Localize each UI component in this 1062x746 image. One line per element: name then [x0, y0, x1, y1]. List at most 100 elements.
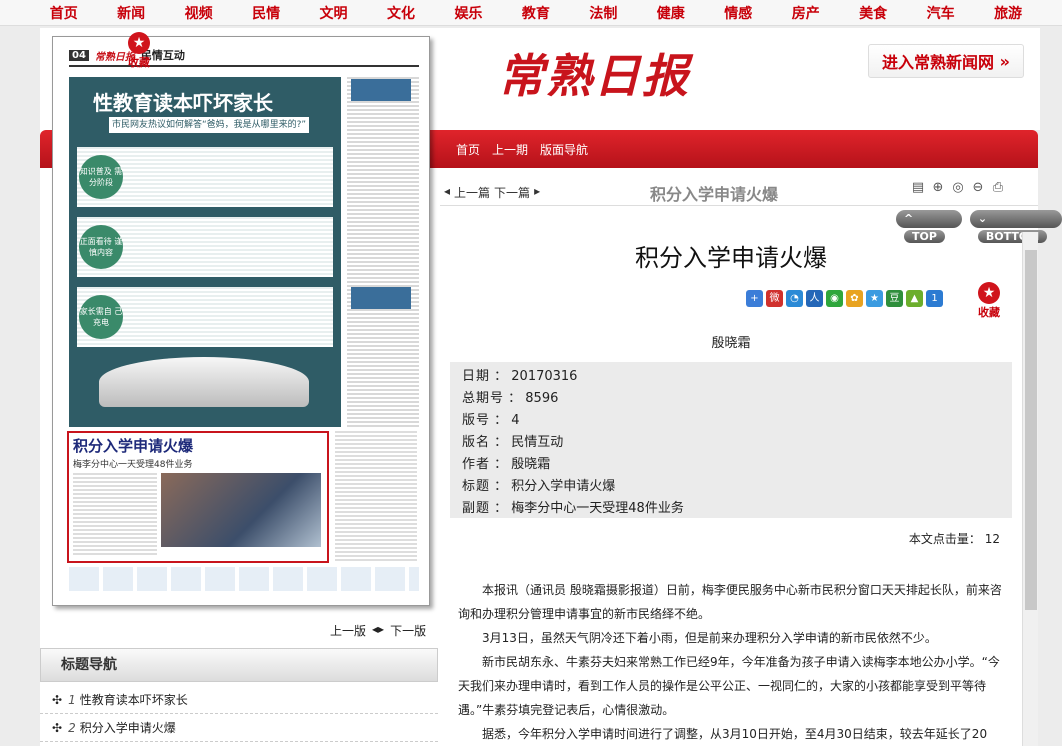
nav-link[interactable]: 房产	[792, 3, 820, 23]
article-scrollbar[interactable]	[1022, 232, 1038, 746]
next-page-link[interactable]: 下一版	[390, 622, 426, 639]
article-paragraph: 据悉，今年积分入学申请时间进行了调整，从3月10日开始，至4月30日结束，较去年…	[482, 727, 988, 741]
zoom-in-icon[interactable]: ⊕	[930, 180, 946, 196]
metadata-value: 20170316	[511, 369, 578, 384]
article-paragraph: 本报讯（通讯员 殷晓霜摄影报道）日前，梅李便民服务中心新市民积分窗口天天排起长队…	[458, 583, 1002, 621]
metadata-key: 总期号	[462, 391, 505, 406]
article-body: 本报讯（通讯员 殷晓霜摄影报道）日前，梅李便民服务中心新市民积分窗口天天排起长队…	[458, 578, 1004, 746]
page-navigation: 上一版 ◂▸ 下一版	[330, 622, 426, 639]
issue-link[interactable]: 首页	[456, 141, 480, 158]
kaixin-icon[interactable]: ✿	[846, 290, 863, 307]
favorite-label: 收藏	[128, 56, 150, 69]
feature-subtitle: 市民网友热议如何解答“爸妈，我是从哪里来的?”	[109, 117, 309, 133]
feature-article-area[interactable]: 性教育读本吓坏家长 市民网友热议如何解答“爸妈，我是从哪里来的?” 知识普及 需…	[69, 77, 341, 427]
feature-tag: 知识普及 需分阶段	[79, 155, 123, 199]
item-number: 1	[68, 693, 76, 707]
nav-link[interactable]: 教育	[522, 3, 550, 23]
nav-link[interactable]: 旅游	[994, 3, 1022, 23]
reading-tools: ▤ ⊕ ◎ ⊖ ⎙	[910, 180, 1006, 196]
nav-link[interactable]: 视频	[185, 3, 213, 23]
newspaper-logo[interactable]: 常熟日报	[498, 40, 690, 106]
metadata-key: 副题	[462, 501, 491, 516]
metadata-key: 版名	[462, 435, 491, 450]
scroll-bottom-button[interactable]: ⌄ BOTTOM	[969, 210, 1062, 243]
title-nav-header: 标题导航	[40, 648, 438, 682]
article-author: 殷晓霜	[711, 336, 751, 351]
metadata-value: 梅李分中心一天受理48件业务	[511, 501, 684, 516]
metadata-row: 作者 ： 殷晓霜	[462, 457, 551, 472]
prev-page-link[interactable]: 上一版	[330, 622, 366, 639]
nav-link[interactable]: 文明	[320, 3, 348, 23]
zoom-reset-icon[interactable]: ◎	[950, 180, 966, 196]
diamond-icon: ✣	[52, 721, 63, 735]
article-paragraph: 3月13日，虽然天气阴冷还下着小雨，但是前来办理积分入学申请的新市民依然不少。	[482, 631, 937, 645]
nav-link[interactable]: 法制	[589, 3, 617, 23]
tencent-weibo-icon[interactable]: ★	[866, 290, 883, 307]
metadata-value: 民情互动	[511, 435, 564, 450]
article-photo	[161, 473, 321, 547]
print-icon[interactable]: ⎙	[990, 180, 1006, 196]
favorite-button[interactable]: ★ 收藏	[124, 32, 154, 70]
nav-link[interactable]: 健康	[657, 3, 685, 23]
favorite-button-article[interactable]: ★ 收藏	[978, 282, 1000, 320]
highlighted-article-title: 积分入学申请火爆	[73, 437, 194, 455]
highlighted-article-text	[73, 473, 157, 557]
weibo-icon[interactable]: 微	[766, 290, 783, 307]
qzone-icon[interactable]: ◔	[786, 290, 803, 307]
metadata-row: 版号 ： 4	[462, 413, 520, 428]
side-column-text	[347, 77, 419, 427]
scrollbar-thumb[interactable]	[1025, 250, 1037, 610]
enter-news-site-button[interactable]: 进入常熟新闻网 »	[868, 44, 1024, 78]
item-number: 2	[68, 721, 76, 735]
wechat-icon[interactable]: ◉	[826, 290, 843, 307]
issue-link[interactable]: 版面导航	[540, 141, 588, 158]
zoom-out-icon[interactable]: ⊖	[970, 180, 986, 196]
book-illustration	[99, 357, 309, 407]
page-number: 04	[69, 49, 89, 61]
item-label: 积分入学申请火爆	[79, 721, 176, 735]
feature-tag: 正面看待 谨慎内容	[79, 225, 123, 269]
issue-link[interactable]: 上一期	[492, 141, 528, 158]
nav-link[interactable]: 美食	[859, 3, 887, 23]
hits-label: 本文点击量：	[908, 532, 981, 546]
metadata-value: 殷晓霜	[511, 457, 551, 472]
share-icons: + 微 ◔ 人 ◉ ✿ ★ 豆 ▲ 1	[746, 290, 943, 307]
hits-value: 12	[984, 532, 1000, 546]
metadata-key: 版号	[462, 413, 491, 428]
nav-link[interactable]: 文化	[387, 3, 415, 23]
count-icon[interactable]: 1	[926, 290, 943, 307]
arrows-icon: ◂▸	[372, 622, 385, 636]
nav-link[interactable]: 情感	[724, 3, 752, 23]
metadata-key: 日期	[462, 369, 491, 384]
next-article-link[interactable]: 下一篇	[494, 184, 530, 201]
share-more-icon[interactable]: +	[746, 290, 763, 307]
star-icon: ★	[978, 282, 1000, 304]
title-nav-item[interactable]: ✣ 1 性教育读本吓坏家长	[40, 686, 438, 714]
prev-article-link[interactable]: 上一篇	[454, 184, 490, 201]
scroll-buttons: ^ TOP ⌄ BOTTOM	[896, 210, 1062, 243]
highlighted-article[interactable]: 积分入学申请火爆 梅李分中心一天受理48件业务	[67, 431, 329, 563]
nav-link[interactable]: 娱乐	[454, 3, 482, 23]
nav-link[interactable]: 民情	[252, 3, 280, 23]
douban-icon[interactable]: 豆	[886, 290, 903, 307]
article-prev-next: ◂ 上一篇 下一篇 ▸	[444, 184, 540, 201]
article-toolbar: ◂ 上一篇 下一篇 ▸ 积分入学申请火爆 ▤ ⊕ ◎ ⊖ ⎙	[440, 176, 1038, 206]
bottom-ads-strip	[69, 567, 419, 591]
article-metadata: 日期 ： 20170316 总期号 ： 8596 版号 ： 4 版名 ： 民情互动 作者…	[450, 362, 1012, 518]
title-nav-item[interactable]: ✣ 2 积分入学申请火爆	[40, 714, 438, 742]
hit-counter: 本文点击量： 12	[880, 530, 1000, 547]
renren-icon[interactable]: 人	[806, 290, 823, 307]
sohu-icon[interactable]: ▲	[906, 290, 923, 307]
metadata-key: 标题	[462, 479, 491, 494]
metadata-key: 作者	[462, 457, 491, 472]
metadata-row: 版名 ： 民情互动	[462, 435, 564, 450]
metadata-value: 8596	[525, 391, 559, 406]
nav-link[interactable]: 新闻	[117, 3, 145, 23]
notes-icon[interactable]: ▤	[910, 180, 926, 196]
page-header: 04 常熟日报 民情互动	[69, 45, 419, 67]
nav-link[interactable]: 汽车	[927, 3, 955, 23]
side-ad-image	[351, 79, 411, 101]
scroll-top-button[interactable]: ^ TOP	[896, 210, 962, 243]
nav-link[interactable]: 首页	[50, 3, 78, 23]
newspaper-page-thumbnail[interactable]: 04 常熟日报 民情互动 性教育读本吓坏家长 市民网友热议如何解答“爸妈，我是从…	[52, 36, 430, 606]
